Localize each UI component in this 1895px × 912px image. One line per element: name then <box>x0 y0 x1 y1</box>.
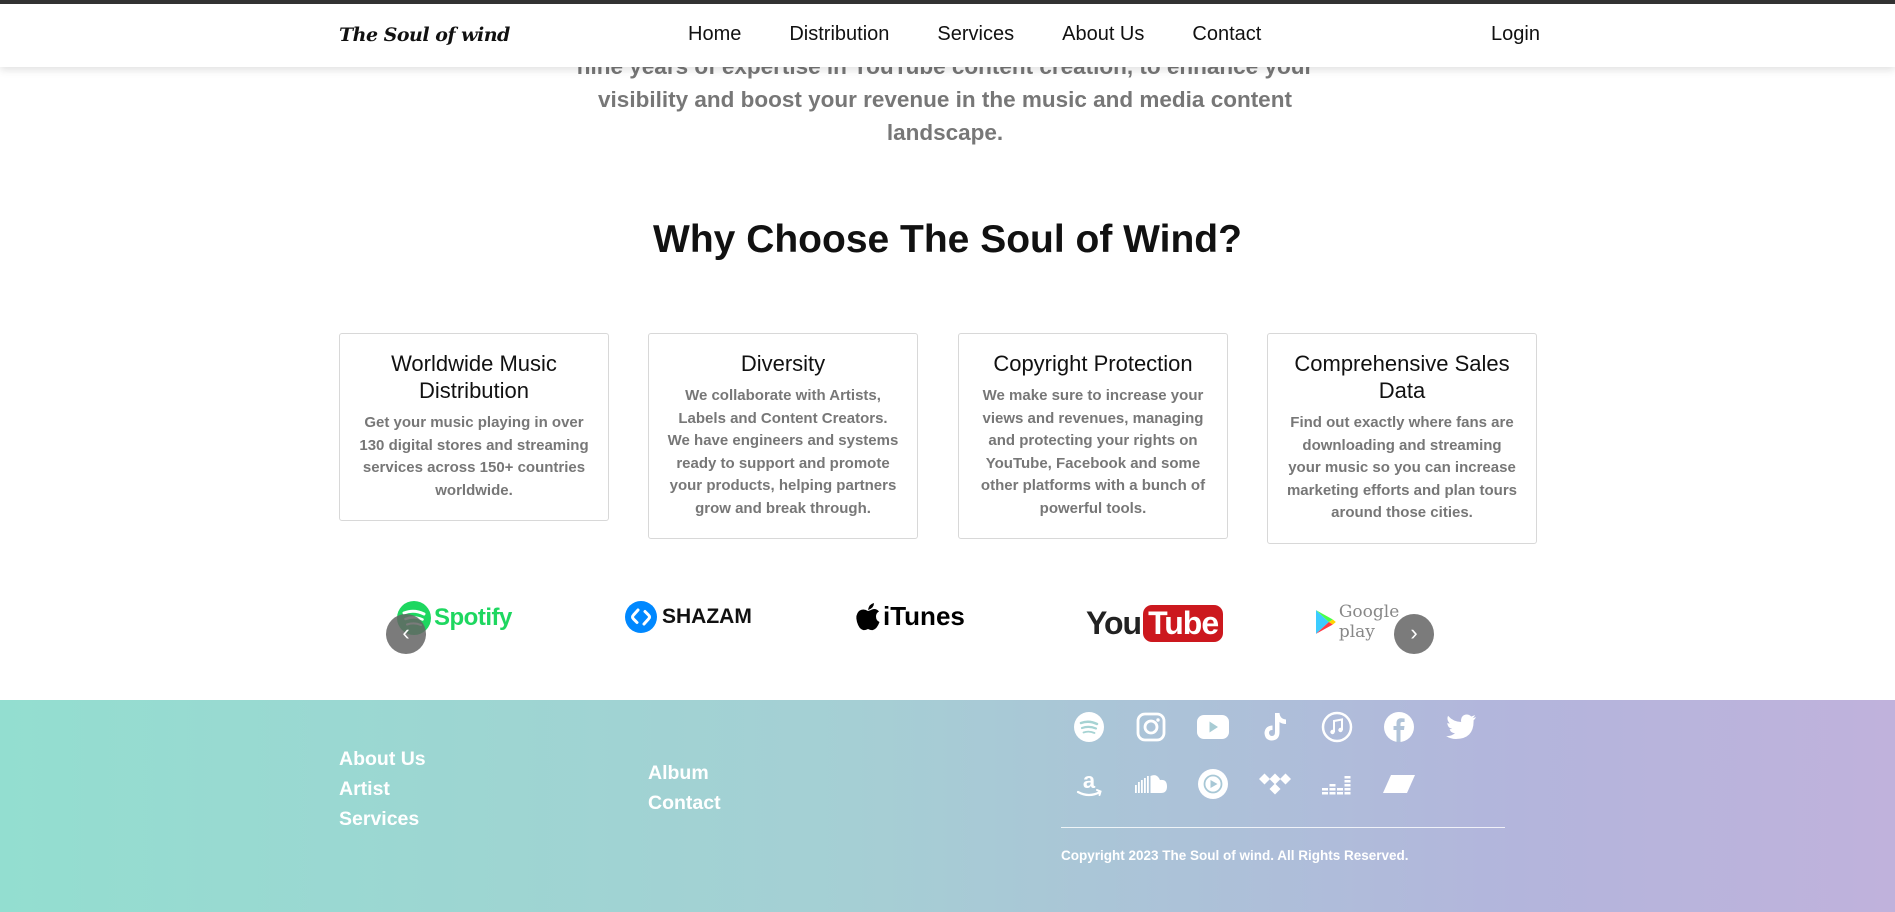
nav-home[interactable]: Home <box>688 23 741 46</box>
card-title: Copyright Protection <box>993 351 1193 376</box>
shazam-icon <box>625 601 657 633</box>
card-text: Get your music playing in over 130 digit… <box>359 414 589 499</box>
carousel-next-button[interactable]: › <box>1394 614 1434 654</box>
navbar: The Soul of wind Home Distribution Servi… <box>0 4 1895 67</box>
intro-line: visibility and boost your revenue in the… <box>598 87 1292 112</box>
feature-card-copyright: Copyright Protection We make sure to inc… <box>958 333 1228 539</box>
youtube-tube-text: Tube <box>1143 605 1224 642</box>
deezer-icon[interactable] <box>1319 766 1355 802</box>
feature-card-diversity: Diversity We collaborate with Artists, L… <box>648 333 918 539</box>
card-text: We make sure to increase your views and … <box>980 387 1206 517</box>
carousel-prev-button[interactable]: ‹ <box>386 614 426 654</box>
footer-link-contact[interactable]: Contact <box>648 788 721 818</box>
footer-link-album[interactable]: Album <box>648 758 721 788</box>
login-link[interactable]: Login <box>1491 23 1540 46</box>
footer-divider <box>1061 827 1505 828</box>
nav-about-us[interactable]: About Us <box>1062 23 1144 46</box>
google-play-icon <box>1315 610 1336 634</box>
card-title: Diversity <box>740 351 826 376</box>
section-title: Why Choose The Soul of Wind? <box>653 218 1242 261</box>
youtube-you-text: You <box>1086 605 1142 641</box>
amazon-icon[interactable]: a <box>1071 766 1107 802</box>
copyright-text: Copyright 2023 The Soul of wind. All Rig… <box>1061 848 1409 863</box>
card-text: We collaborate with Artists, Labels and … <box>667 387 899 517</box>
soundcloud-icon[interactable] <box>1133 766 1169 802</box>
shazam-logo: SHAZAM <box>625 601 752 633</box>
feature-card-distribution: Worldwide Music Distribution Get your mu… <box>339 333 609 521</box>
youtube-icon[interactable] <box>1195 709 1231 745</box>
nav-distribution[interactable]: Distribution <box>789 23 889 46</box>
footer-link-about-us[interactable]: About Us <box>339 744 426 774</box>
footer-links-col-1: About Us Artist Services <box>339 744 426 834</box>
feature-card-sales-data: Comprehensive Sales Data Find out exactl… <box>1267 333 1537 544</box>
twitter-icon[interactable] <box>1443 709 1479 745</box>
napster-icon[interactable] <box>1381 766 1417 802</box>
main-nav: Home Distribution Services About Us Cont… <box>688 23 1261 46</box>
itunes-logo: iTunes <box>855 601 965 632</box>
shazam-wordmark: SHAZAM <box>662 605 752 628</box>
footer <box>0 700 1895 912</box>
footer-link-artist[interactable]: Artist <box>339 774 426 804</box>
platform-logo-carousel: Spotify SHAZAM iTunes You Tube Google pl… <box>380 592 1440 672</box>
apple-music-icon[interactable] <box>1319 709 1355 745</box>
instagram-icon[interactable] <box>1133 709 1169 745</box>
card-title: Comprehensive Sales Data <box>1294 351 1510 403</box>
apple-icon <box>856 602 880 630</box>
svg-text:a: a <box>1083 769 1096 793</box>
youtube-music-icon[interactable] <box>1195 766 1231 802</box>
brand-logo[interactable]: The Soul of wind <box>339 24 510 46</box>
tidal-icon[interactable] <box>1257 766 1293 802</box>
intro-line: landscape. <box>886 120 1004 145</box>
itunes-wordmark: iTunes <box>883 601 965 631</box>
nav-contact[interactable]: Contact <box>1192 23 1261 46</box>
tiktok-icon[interactable] <box>1257 709 1293 745</box>
nav-services[interactable]: Services <box>937 23 1014 46</box>
footer-links-col-2: Album Contact <box>648 758 721 818</box>
facebook-icon[interactable] <box>1381 709 1417 745</box>
spotify-icon[interactable] <box>1071 709 1107 745</box>
youtube-logo: You Tube <box>1086 605 1224 642</box>
footer-link-services[interactable]: Services <box>339 804 426 834</box>
card-title: Worldwide Music Distribution <box>391 351 557 403</box>
spotify-wordmark: Spotify <box>434 604 512 631</box>
card-text: Find out exactly where fans are download… <box>1286 414 1518 521</box>
